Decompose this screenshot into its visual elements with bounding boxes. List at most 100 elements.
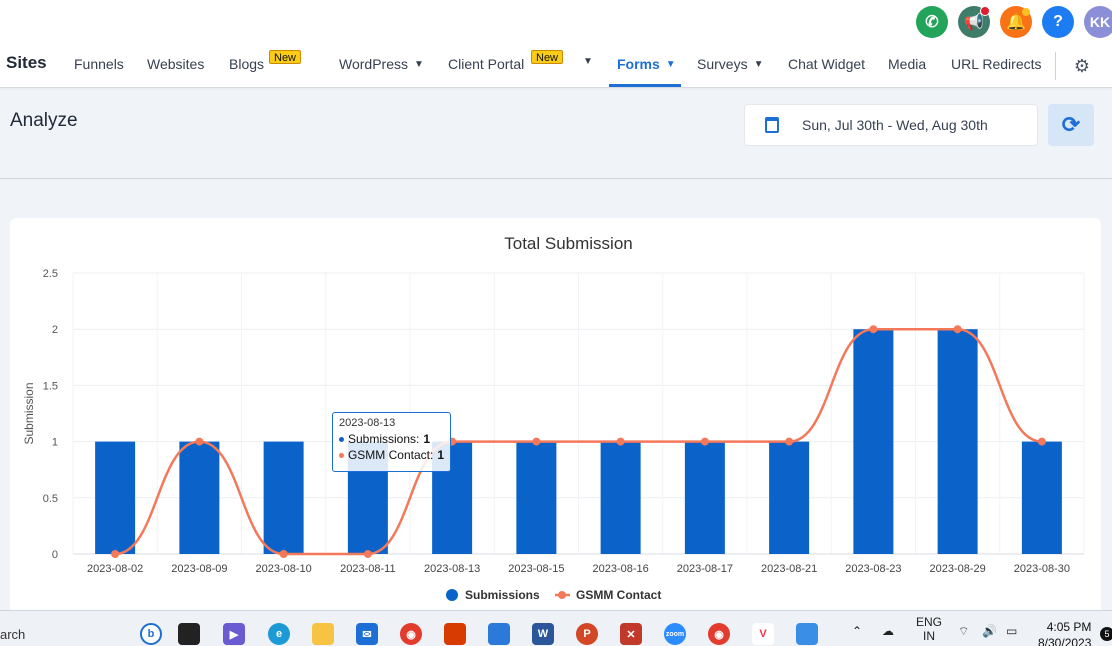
taskbar-clock[interactable]: 4:05 PM 8/30/2023 — [1038, 619, 1091, 646]
section-divider — [0, 178, 1112, 179]
x-tick-label: 2023-08-30 — [1014, 563, 1070, 575]
chevron-down-icon: ▼ — [665, 58, 676, 70]
nav-item-url-redirects[interactable]: URL Redirects — [951, 56, 1042, 72]
nav-item-surveys[interactable]: Surveys ▼ — [697, 56, 763, 72]
y-tick-label: 0.5 — [43, 493, 58, 505]
tooltip-value: 1 — [423, 432, 431, 446]
photos-icon[interactable] — [796, 623, 818, 645]
nav-item-funnels[interactable]: Funnels — [74, 56, 124, 72]
point-gsmm-contact — [1037, 437, 1046, 446]
clock-time: 4:05 PM — [1046, 620, 1092, 634]
page-title: Analyze — [10, 110, 78, 131]
point-gsmm-contact — [363, 550, 372, 558]
chevron-down-icon: ▼ — [413, 58, 424, 70]
help-icon[interactable]: ? — [1042, 6, 1074, 38]
volume-icon[interactable]: 🔊 — [982, 624, 997, 638]
nav-divider — [1055, 52, 1056, 80]
remote-desktop-icon[interactable]: ✕ — [620, 623, 642, 645]
gear-icon[interactable]: ⚙ — [1072, 56, 1092, 76]
file-explorer-icon[interactable] — [312, 623, 334, 645]
series-dot — [339, 436, 344, 442]
chevron-up-icon[interactable]: ⌃ — [852, 624, 862, 638]
x-tick-label: 2023-08-17 — [677, 563, 733, 575]
clock-date: 8/30/2023 — [1038, 636, 1092, 646]
windows-taskbar: arch b ▶ e ✉ ◉ W P ✕ zoom ◉ V ⌃ ☁ ENG IN … — [0, 610, 1112, 646]
phone-icon[interactable]: ✆ — [916, 6, 948, 38]
megaphone-alert-dot — [980, 6, 990, 16]
nav-label: Funnels — [74, 56, 124, 72]
bar-submissions — [263, 441, 304, 554]
nav-item-forms[interactable]: Forms ▼ — [617, 56, 676, 72]
date-range-picker[interactable]: Sun, Jul 30th - Wed, Aug 30th — [744, 104, 1038, 146]
client-portal-dropdown[interactable]: ▼ — [583, 56, 593, 67]
word-icon[interactable]: W — [532, 623, 554, 645]
language-indicator[interactable]: ENG IN — [916, 615, 942, 643]
avatar[interactable]: KK — [1084, 6, 1112, 38]
point-gsmm-contact — [785, 437, 794, 446]
nav-label: Surveys — [697, 56, 748, 72]
app-v-icon[interactable]: V — [752, 623, 774, 645]
x-tick-label: 2023-08-21 — [761, 563, 817, 575]
task-view-icon[interactable] — [178, 623, 200, 645]
point-gsmm-contact — [532, 437, 541, 446]
chrome-profile-icon[interactable]: ◉ — [708, 623, 730, 645]
nav-item-chat-widget[interactable]: Chat Widget — [788, 56, 865, 72]
new-badge: New — [269, 50, 302, 64]
tooltip-value: 1 — [437, 448, 444, 462]
battery-icon[interactable]: ▭ — [1006, 624, 1017, 638]
x-tick-label: 2023-08-10 — [255, 563, 311, 575]
chevron-down-icon: ▼ — [753, 58, 764, 70]
x-tick-label: 2023-08-16 — [592, 563, 648, 575]
chrome-icon[interactable]: ◉ — [400, 623, 422, 645]
bing-icon[interactable]: b — [140, 623, 162, 645]
mail-icon[interactable]: ✉ — [356, 623, 378, 645]
store-icon[interactable] — [488, 623, 510, 645]
legend-marker-gsmm-contact-dot — [558, 591, 566, 599]
cloud-icon[interactable]: ☁ — [882, 624, 894, 638]
nav-item-media[interactable]: Media — [888, 56, 926, 72]
point-gsmm-contact — [279, 550, 288, 558]
y-tick-label: 1 — [52, 437, 58, 449]
nav-label: Blogs — [229, 56, 265, 72]
date-range-text: Sun, Jul 30th - Wed, Aug 30th — [802, 117, 988, 133]
taskbar-search[interactable]: arch — [0, 627, 25, 642]
lang-line1: ENG — [916, 615, 943, 629]
bar-submissions — [600, 441, 641, 554]
notification-badge[interactable]: 5 — [1100, 627, 1112, 641]
zoom-icon[interactable]: zoom — [664, 623, 686, 645]
bar-submissions — [937, 329, 978, 554]
tooltip-label: Submissions: — [348, 432, 420, 446]
teams-icon[interactable]: ▶ — [223, 623, 245, 645]
chart-title: Total Submission — [504, 234, 633, 253]
nav-brand: Sites — [6, 53, 47, 72]
office-icon[interactable] — [444, 623, 466, 645]
x-tick-label: 2023-08-15 — [508, 563, 564, 575]
nav-label: Forms — [617, 56, 660, 72]
series-dot — [339, 452, 344, 458]
y-tick-label: 0 — [52, 549, 58, 561]
edge-icon[interactable]: e — [268, 623, 290, 645]
lang-line2: IN — [923, 629, 935, 643]
wifi-icon[interactable]: ⌔ — [958, 624, 969, 639]
active-tab-indicator — [609, 84, 681, 87]
legend-label-gsmm-contact: GSMM Contact — [576, 588, 661, 602]
y-tick-label: 2.5 — [43, 268, 58, 280]
refresh-icon: ⟳ — [1061, 112, 1081, 137]
powerpoint-icon[interactable]: P — [576, 623, 598, 645]
point-gsmm-contact — [111, 550, 120, 558]
nav-item-websites[interactable]: Websites — [147, 56, 204, 72]
sites-navbar: Sites Funnels Websites Blogs New WordPre… — [0, 46, 1112, 88]
nav-label: Websites — [147, 56, 205, 72]
point-gsmm-contact — [869, 325, 878, 334]
nav-item-blogs[interactable]: Blogs — [229, 56, 264, 72]
point-gsmm-contact — [953, 325, 962, 334]
bar-submissions — [684, 441, 725, 554]
y-tick-label: 1.5 — [43, 380, 58, 392]
calendar-icon — [765, 117, 779, 133]
tooltip-date: 2023-08-13 — [339, 417, 396, 429]
nav-item-client-portal[interactable]: Client Portal — [448, 56, 524, 72]
point-gsmm-contact — [195, 437, 204, 446]
refresh-button[interactable]: ⟳ — [1048, 104, 1094, 146]
nav-item-wordpress[interactable]: WordPress ▼ — [339, 56, 424, 72]
bar-submissions — [95, 441, 136, 554]
